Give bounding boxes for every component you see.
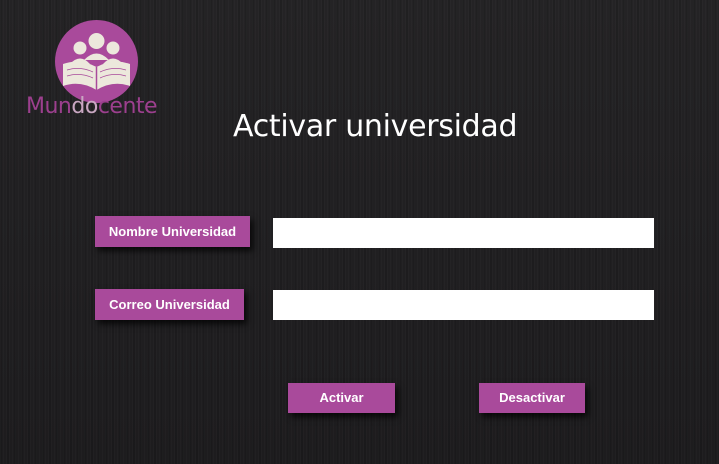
activar-button[interactable]: Activar xyxy=(288,383,395,413)
brand-name-part2: do xyxy=(71,94,98,119)
page-title: Activar universidad xyxy=(233,109,518,144)
desactivar-button[interactable]: Desactivar xyxy=(479,383,585,413)
people-reading-book-icon xyxy=(55,20,138,103)
nombre-universidad-input[interactable] xyxy=(273,218,654,248)
correo-universidad-input[interactable] xyxy=(273,290,654,320)
brand-name-part3: cente xyxy=(97,94,158,119)
brand-name-part1: Mun xyxy=(26,94,72,119)
nombre-universidad-label: Nombre Universidad xyxy=(95,216,250,247)
brand-name: Mundocente xyxy=(26,94,158,120)
mundocente-logo: Mundocente xyxy=(26,18,171,123)
correo-universidad-label: Correo Universidad xyxy=(95,289,244,320)
